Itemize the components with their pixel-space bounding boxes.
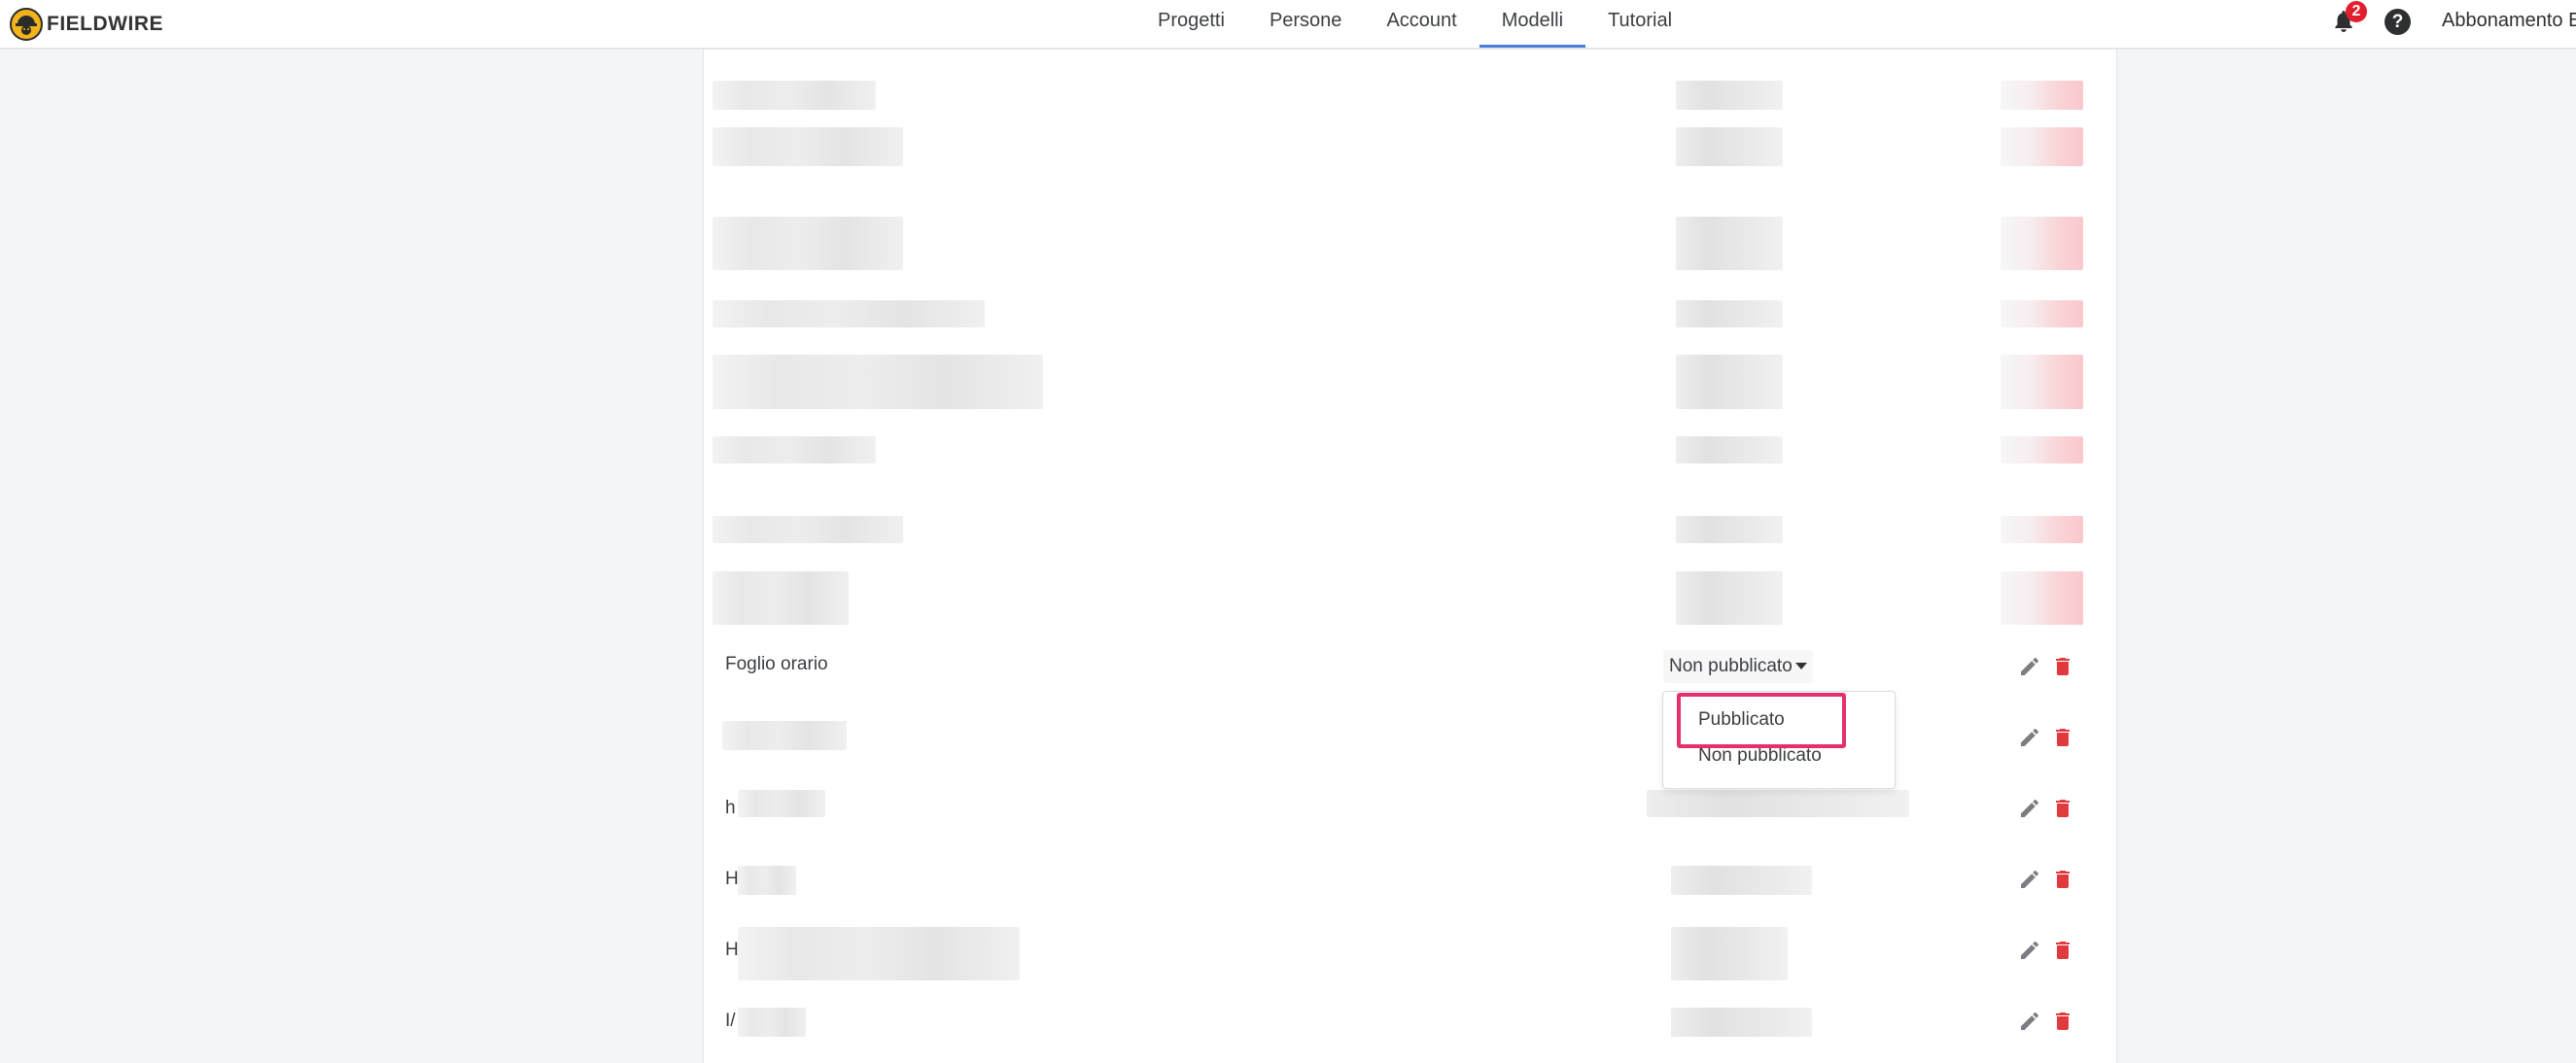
redacted-status: [1671, 927, 1788, 980]
redacted-name: [713, 355, 1043, 409]
redacted-actions: [2001, 300, 2083, 327]
redacted-name: [738, 1008, 806, 1037]
option-non-pubblicato[interactable]: Non pubblicato: [1698, 745, 1822, 767]
row-name[interactable]: H: [725, 869, 739, 890]
pencil-icon[interactable]: [2018, 797, 2041, 820]
help-icon[interactable]: ?: [2385, 9, 2411, 35]
redacted-name: [713, 300, 985, 327]
pencil-icon[interactable]: [2018, 655, 2041, 678]
redacted-name: [722, 721, 847, 750]
status-value: Non pubblicato: [1669, 656, 1793, 676]
pencil-icon[interactable]: [2018, 726, 2041, 749]
fieldwire-logo-icon: [10, 8, 43, 41]
redacted-status: [1676, 300, 1783, 327]
subscription-menu[interactable]: Abbonamento E: [2442, 0, 2576, 42]
trash-icon[interactable]: [2051, 726, 2074, 749]
notification-badge: 2: [2346, 1, 2367, 22]
trash-icon[interactable]: [2051, 655, 2074, 678]
redacted-status: [1676, 81, 1783, 110]
redacted-name: [713, 81, 876, 110]
redacted-status: [1676, 516, 1783, 543]
status-select-button[interactable]: Non pubblicato: [1663, 650, 1813, 683]
trash-icon[interactable]: [2051, 797, 2074, 820]
caret-down-icon: [1794, 663, 1807, 670]
pencil-icon[interactable]: [2018, 1010, 2041, 1033]
redacted-actions: [2001, 516, 2083, 543]
nav-progetti[interactable]: Progetti: [1135, 0, 1247, 48]
highlight-box: [1677, 693, 1846, 748]
redacted-name: [713, 516, 903, 543]
redacted-status: [1676, 355, 1783, 409]
redacted-actions: [2001, 571, 2083, 625]
redacted-status: [1676, 127, 1783, 166]
main-nav: Progetti Persone Account Modelli Tutoria…: [1135, 0, 1694, 50]
row-name[interactable]: H: [725, 940, 739, 961]
redacted-actions: [2001, 355, 2083, 409]
row-name[interactable]: I/: [725, 1011, 736, 1032]
templates-panel: Foglio orario Non pubblicato h H H I/ Pu…: [703, 50, 2117, 1063]
redacted-actions: [2001, 127, 2083, 166]
redacted-actions: [2001, 436, 2083, 463]
fieldwire-logo[interactable]: FIELDWIRE: [10, 8, 163, 41]
trash-icon[interactable]: [2051, 868, 2074, 891]
row-name[interactable]: Foglio orario: [725, 654, 828, 675]
redacted-actions: [2001, 217, 2083, 270]
redacted-status: [1647, 790, 1909, 817]
pencil-icon[interactable]: [2018, 939, 2041, 962]
redacted-status: [1676, 436, 1783, 463]
redacted-name: [713, 436, 876, 463]
pencil-icon[interactable]: [2018, 868, 2041, 891]
brand-name: FIELDWIRE: [47, 13, 163, 35]
redacted-name: [713, 127, 903, 166]
row-name[interactable]: h: [725, 798, 736, 819]
redacted-status: [1676, 571, 1783, 625]
redacted-status: [1676, 217, 1783, 270]
nav-modelli[interactable]: Modelli: [1479, 0, 1586, 48]
nav-persone[interactable]: Persone: [1247, 0, 1365, 48]
redacted-actions: [2001, 81, 2083, 110]
trash-icon[interactable]: [2051, 1010, 2074, 1033]
nav-account[interactable]: Account: [1364, 0, 1479, 48]
redacted-name: [738, 927, 1020, 980]
redacted-status: [1671, 1008, 1812, 1037]
redacted-status: [1671, 866, 1812, 895]
trash-icon[interactable]: [2051, 939, 2074, 962]
nav-tutorial[interactable]: Tutorial: [1585, 0, 1694, 48]
redacted-name: [713, 571, 849, 625]
redacted-name: [713, 217, 903, 270]
top-bar: FIELDWIRE Progetti Persone Account Model…: [0, 0, 2576, 50]
redacted-name: [738, 790, 825, 817]
redacted-name: [738, 866, 796, 895]
